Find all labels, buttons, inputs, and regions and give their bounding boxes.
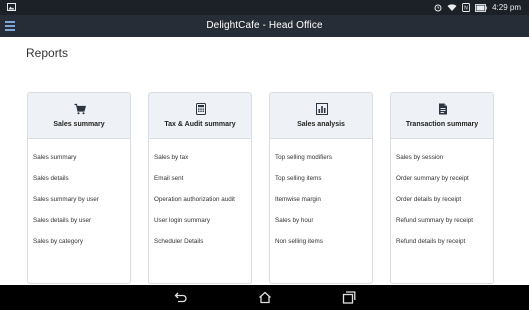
status-time: 4:29 pm [492, 3, 521, 12]
report-link[interactable]: Order details by receipt [396, 189, 493, 210]
report-list: Sales by session Order summary by receip… [391, 139, 493, 252]
card-header: Sales analysis [270, 93, 372, 139]
card-tax-audit-summary: Tax & Audit summary Sales by tax Email s… [148, 92, 252, 284]
app-bar: DelightCafe - Head Office [0, 15, 529, 37]
report-link[interactable]: Refund summary by receipt [396, 210, 493, 231]
card-heading: Transaction summary [405, 121, 479, 128]
report-link[interactable]: Refund details by receipt [396, 231, 493, 252]
home-icon[interactable] [258, 291, 272, 304]
status-bar: N 4:29 pm [0, 0, 529, 15]
report-link[interactable]: Non selling items [275, 231, 372, 252]
wifi-icon [447, 4, 457, 11]
recent-apps-icon[interactable] [342, 291, 356, 304]
reports-page: Reports Sales summary Sales summary Sale… [0, 37, 529, 285]
report-link[interactable]: Email sent [154, 168, 251, 189]
report-link[interactable]: Operation authorization audit [154, 189, 251, 210]
report-link[interactable]: User login summary [154, 210, 251, 231]
card-heading: Sales summary [53, 121, 105, 128]
card-sales-summary: Sales summary Sales summary Sales detail… [27, 92, 131, 284]
card-heading: Sales analysis [297, 121, 345, 128]
cart-icon [74, 103, 86, 115]
report-link[interactable]: Sales by session [396, 147, 493, 168]
svg-text:N: N [464, 6, 468, 12]
navigation-bar [0, 285, 529, 310]
card-header: Sales summary [28, 93, 130, 139]
page-title: Reports [26, 46, 69, 60]
bar-chart-icon [316, 103, 328, 115]
card-heading: Tax & Audit summary [164, 121, 236, 128]
report-link[interactable]: Sales by hour [275, 210, 372, 231]
nfc-icon: N [462, 3, 471, 12]
report-list: Sales summary Sales details Sales summar… [28, 139, 130, 252]
card-header: Transaction summary [391, 93, 493, 139]
report-link[interactable]: Top selling modifiers [275, 147, 372, 168]
report-link[interactable]: Itemwise margin [275, 189, 372, 210]
document-icon [439, 103, 447, 115]
report-link[interactable]: Top selling items [275, 168, 372, 189]
battery-icon [475, 3, 487, 12]
calculator-icon [196, 103, 206, 115]
report-link[interactable]: Order summary by receipt [396, 168, 493, 189]
report-link[interactable]: Scheduler Details [154, 231, 251, 252]
report-link[interactable]: Sales by category [33, 231, 130, 252]
alarm-icon [434, 4, 442, 12]
report-link[interactable]: Sales by tax [154, 147, 251, 168]
report-link[interactable]: Sales summary by user [33, 189, 130, 210]
card-transaction-summary: Transaction summary Sales by session Ord… [390, 92, 494, 284]
app-title: DelightCafe - Head Office [206, 20, 323, 31]
back-icon[interactable] [174, 291, 188, 304]
report-list: Top selling modifiers Top selling items … [270, 139, 372, 252]
report-list: Sales by tax Email sent Operation author… [149, 139, 251, 252]
card-header: Tax & Audit summary [149, 93, 251, 139]
card-sales-analysis: Sales analysis Top selling modifiers Top… [269, 92, 373, 284]
report-link[interactable]: Sales details by user [33, 210, 130, 231]
report-link[interactable]: Sales summary [33, 147, 130, 168]
report-link[interactable]: Sales details [33, 168, 130, 189]
gallery-icon [7, 3, 16, 11]
